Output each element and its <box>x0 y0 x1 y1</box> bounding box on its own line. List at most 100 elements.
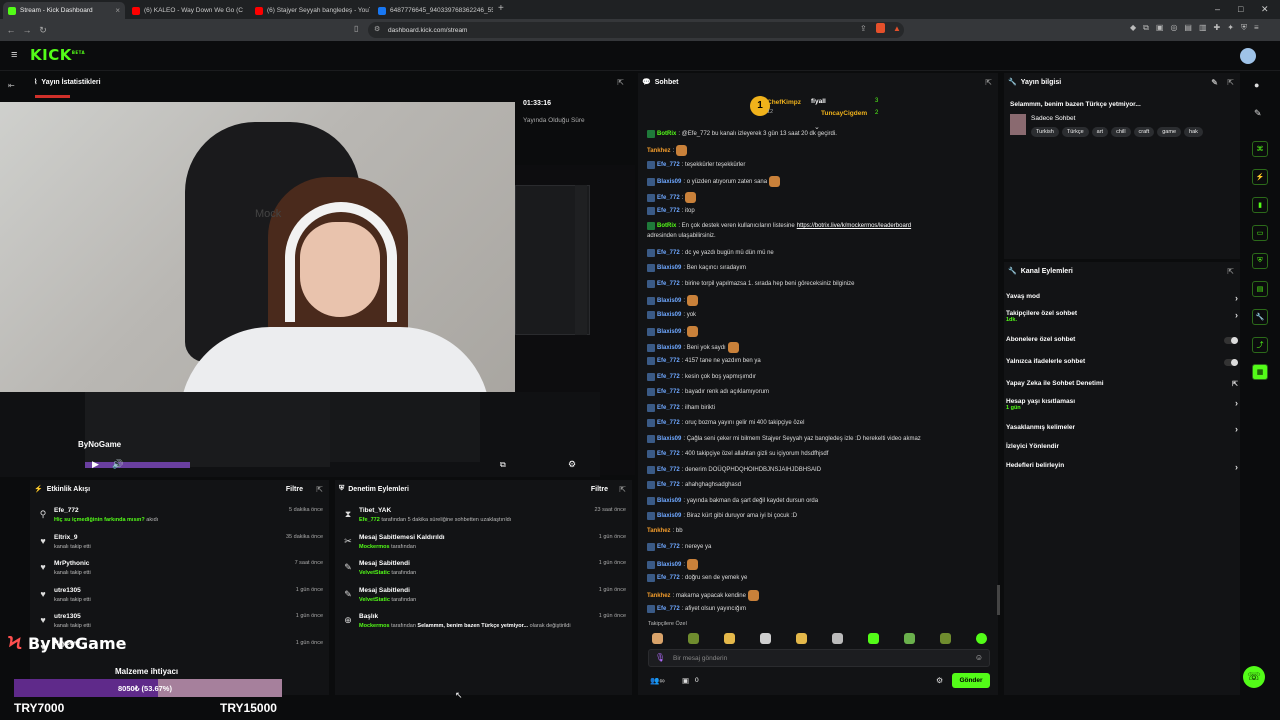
forward-icon[interactable]: → <box>19 25 35 35</box>
list-item[interactable]: ♥ Eltrix_9 kanalı takip etti 35 dakika önce <box>30 534 329 560</box>
popout-icon[interactable]: ⇱ <box>619 485 626 494</box>
bookmark-icon[interactable]: ▯ <box>354 24 358 33</box>
row-highlight[interactable]: VelvetStatic <box>359 597 390 603</box>
chat-username[interactable]: Efe_772 <box>657 575 680 581</box>
maximize-icon[interactable]: □ <box>1238 4 1243 14</box>
chat-username[interactable]: Blaxis09 <box>657 513 681 519</box>
list-item[interactable]: ⧗ Tibet_YAK Efe_772 tarafından 5 dakika sü… <box>335 507 632 533</box>
emote-icon[interactable] <box>940 633 951 644</box>
chat-input[interactable]: 🎙 Bir mesaj gönderin ☺ <box>648 649 990 667</box>
popout-icon[interactable]: ⇱ <box>617 78 624 87</box>
browser-tab[interactable]: Stream - Kick Dashboard × <box>3 2 125 19</box>
new-tab-button[interactable]: + <box>498 3 504 14</box>
chat-username[interactable]: Blaxis09 <box>657 345 681 351</box>
tag-chip[interactable]: game <box>1157 127 1182 137</box>
channel-action-item[interactable]: İzleyici Yönlendir <box>1006 443 1238 459</box>
emote-icon[interactable] <box>868 633 879 644</box>
chat-username[interactable]: Blaxis09 <box>657 298 681 304</box>
chat-username[interactable]: Efe_772 <box>657 389 680 395</box>
chat-username[interactable]: Tankhez <box>647 528 671 534</box>
browser-tab[interactable]: (6) Stajyer Seyyah bangledeş - YouTu× <box>250 2 370 19</box>
vpn-icon[interactable]: ⛨ <box>1241 23 1247 33</box>
close-tab-icon[interactable]: × <box>115 6 120 15</box>
row-highlight[interactable]: Efe_772 <box>359 517 380 523</box>
popout-icon[interactable]: ⇱ <box>316 485 323 494</box>
volume-icon[interactable]: 🔊 <box>112 459 123 470</box>
chevron-right-icon[interactable]: › <box>1235 462 1238 472</box>
back-icon[interactable]: ← <box>3 25 19 35</box>
extension-icon[interactable]: ▣ <box>1156 23 1164 33</box>
chat-username[interactable]: Blaxis09 <box>657 329 681 335</box>
chat-username[interactable]: Efe_772 <box>657 467 680 473</box>
tab-search-icon[interactable]: ▤ <box>1184 23 1192 33</box>
list-item[interactable]: ✎ Mesaj Sabitlendi VelvetStatic tarafından… <box>335 587 632 613</box>
channel-action-item[interactable]: Yasaklanmış kelimeler › <box>1006 424 1238 440</box>
reload-icon[interactable]: ↻ <box>35 25 51 36</box>
chat-username[interactable]: Blaxis09 <box>657 265 681 271</box>
chat-username[interactable]: Efe_772 <box>657 250 680 256</box>
popout-icon[interactable]: ⇱ <box>985 78 992 87</box>
rail-share-icon[interactable]: ⤴ <box>1252 337 1268 353</box>
url-field[interactable]: ⚙ dashboard.kick.com/stream <box>368 22 904 38</box>
chat-username[interactable]: Blaxis09 <box>657 562 681 568</box>
list-item[interactable]: ⚲ Efe_772 Hiç su içmediğinin farkında mısı… <box>30 507 329 533</box>
popout-icon[interactable]: ⇱ <box>1227 267 1234 276</box>
tag-chip[interactable]: craft <box>1133 127 1155 137</box>
extension-icon[interactable]: ▥ <box>1199 23 1207 33</box>
stream-preview[interactable]: Mock <box>0 102 515 392</box>
puzzle-icon[interactable]: ✦ <box>1227 23 1234 33</box>
screenshot-icon[interactable]: ⧉ <box>1143 23 1149 33</box>
minimize-icon[interactable]: – <box>1215 4 1220 14</box>
chat-username[interactable]: Efe_772 <box>657 281 680 287</box>
rail-wrench-icon[interactable]: 🔧 <box>1252 309 1268 325</box>
chat-users-icon[interactable]: 👥∞ <box>650 676 665 685</box>
toggle-switch[interactable] <box>1224 337 1238 344</box>
channel-action-item[interactable]: Hedefleri belirleyin › <box>1006 462 1238 478</box>
moderation-filter-button[interactable]: Filtre <box>591 486 608 493</box>
extension-icon[interactable]: ✚ <box>1214 23 1221 33</box>
row-highlight[interactable]: Mockermos <box>359 623 390 629</box>
edit-icon[interactable]: ✎ <box>1211 78 1218 87</box>
chat-username[interactable]: Tankhez <box>647 593 671 599</box>
play-icon[interactable]: ▶ <box>92 459 99 470</box>
chat-username[interactable]: Efe_772 <box>657 482 680 488</box>
row-highlight[interactable]: Hiç su içmediğinin farkında mısın? <box>54 517 145 523</box>
channel-action-item[interactable]: Takipçilere özel sohbet 1dk. › <box>1006 310 1238 326</box>
browser-tab[interactable]: 6487776645_940339768362246_5546× <box>373 2 493 19</box>
chat-username[interactable]: Blaxis09 <box>657 179 681 185</box>
list-item[interactable]: ✂ Mesaj Sabitlemesi Kaldırıldı Mockermos t… <box>335 534 632 560</box>
chat-username[interactable]: Efe_772 <box>657 451 680 457</box>
extension-icon[interactable]: ◎ <box>1170 23 1177 33</box>
chat-username[interactable]: Efe_772 <box>657 162 680 168</box>
avatar[interactable] <box>1240 48 1256 64</box>
row-highlight[interactable]: VelvetStatic <box>359 570 390 576</box>
popout-icon[interactable]: ⇱ <box>1227 78 1234 87</box>
chat-username[interactable]: Blaxis09 <box>657 436 681 442</box>
brave-shield-icon[interactable] <box>876 23 885 33</box>
menu-icon[interactable]: ≡ <box>1254 23 1259 33</box>
toggle-switch[interactable] <box>1224 359 1238 366</box>
share-icon[interactable]: ⇪ <box>860 24 867 33</box>
leader-1-name[interactable]: ChefKimpz <box>767 99 801 106</box>
rewards-icon[interactable]: ▲ <box>893 24 901 33</box>
rail-activity-icon[interactable]: ⚡ <box>1252 169 1268 185</box>
rail-layout-icon[interactable]: ▦ <box>1252 364 1268 380</box>
info-icon[interactable]: ● <box>1254 80 1259 90</box>
browser-tab[interactable]: (6) KALEO - Way Down We Go (C× <box>127 2 247 19</box>
chat-username[interactable]: Efe_772 <box>657 405 680 411</box>
row-highlight[interactable]: Mockermos <box>359 544 390 550</box>
chat-username[interactable]: Efe_772 <box>657 358 680 364</box>
chat-username[interactable]: Efe_772 <box>657 374 680 380</box>
chat-username[interactable]: Efe_772 <box>657 544 680 550</box>
emote-icon[interactable] <box>832 633 843 644</box>
list-item[interactable]: ✎ Mesaj Sabitlendi VelvetStatic tarafından… <box>335 560 632 586</box>
pencil-icon[interactable]: ✎ <box>1254 108 1262 119</box>
tag-chip[interactable]: hak <box>1184 127 1203 137</box>
chat-settings-icon[interactable]: ⚙ <box>936 676 943 685</box>
channel-action-item[interactable]: Yapay Zeka ile Sohbet Denetimi ⇱ <box>1006 380 1238 396</box>
tag-chip[interactable]: Turkish <box>1031 127 1059 137</box>
chat-username[interactable]: Tankhez <box>647 148 671 154</box>
chat-link[interactable]: https://botrix.live/k/mockermos/leaderbo… <box>797 223 911 229</box>
leader-2-name[interactable]: fiyall <box>811 98 826 105</box>
help-support-icon[interactable]: ☏ <box>1243 666 1265 688</box>
